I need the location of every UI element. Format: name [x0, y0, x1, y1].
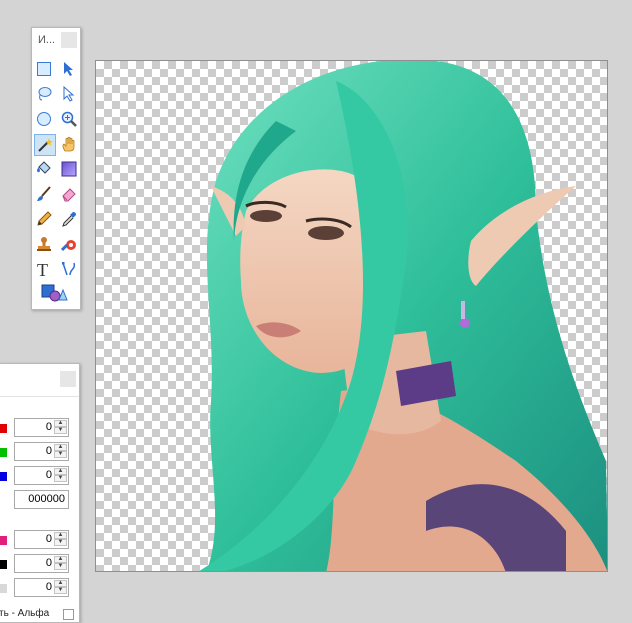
- brightness-value-input[interactable]: 0 ▲ ▼: [14, 578, 69, 597]
- red-up-arrow[interactable]: ▲: [54, 420, 67, 427]
- green-channel-swatch: [0, 448, 7, 457]
- saturation-channel-swatch: [0, 560, 7, 569]
- eraser-icon[interactable]: [59, 184, 79, 204]
- hue-up-arrow[interactable]: ▲: [54, 532, 67, 539]
- alpha-label: ть - Альфа: [0, 608, 50, 619]
- alpha-checkbox[interactable]: [63, 609, 74, 620]
- ellipse-select-icon[interactable]: [34, 109, 54, 129]
- colors-divider: [0, 396, 79, 397]
- hex-value-text: 000000: [28, 493, 65, 505]
- brightness-up-arrow[interactable]: ▲: [54, 580, 67, 587]
- brightness-value-text: 0: [45, 581, 52, 593]
- brightness-down-arrow[interactable]: ▼: [54, 587, 67, 594]
- value-channel-swatch: [0, 584, 7, 593]
- colors-window[interactable]: 0 ▲ ▼ 0 ▲ ▼ 0 ▲ ▼ 000000 0 ▲ ▼ 0 ▲ ▼ 0 ▲ ▼ ть …: [0, 363, 80, 623]
- elf-portrait-image: [199, 61, 607, 571]
- green-down-arrow[interactable]: ▼: [54, 451, 67, 458]
- tools-window[interactable]: И... T: [31, 27, 81, 310]
- saturation-value-input[interactable]: 0 ▲ ▼: [14, 554, 69, 573]
- hue-down-arrow[interactable]: ▼: [54, 539, 67, 546]
- recolor-icon[interactable]: [59, 234, 79, 254]
- red-down-arrow[interactable]: ▼: [54, 427, 67, 434]
- line-curve-icon[interactable]: [59, 259, 79, 279]
- color-picker-icon[interactable]: [59, 209, 79, 229]
- pencil-icon[interactable]: [34, 209, 54, 229]
- blue-value-text: 0: [45, 469, 52, 481]
- zoom-icon[interactable]: [59, 109, 79, 129]
- green-value-text: 0: [45, 445, 52, 457]
- tools-close-button[interactable]: [61, 32, 77, 48]
- lasso-select-icon[interactable]: [34, 84, 54, 104]
- move-selection-icon[interactable]: [59, 59, 79, 79]
- blue-down-arrow[interactable]: ▼: [54, 475, 67, 482]
- paint-bucket-icon[interactable]: [34, 159, 54, 179]
- saturation-value-text: 0: [45, 557, 52, 569]
- red-value-input[interactable]: 0 ▲ ▼: [14, 418, 69, 437]
- colors-close-button[interactable]: [60, 371, 76, 387]
- blue-up-arrow[interactable]: ▲: [54, 468, 67, 475]
- red-value-text: 0: [45, 421, 52, 433]
- magic-wand-icon[interactable]: [34, 134, 56, 156]
- saturation-down-arrow[interactable]: ▼: [54, 563, 67, 570]
- text-icon[interactable]: T: [34, 259, 54, 279]
- image-canvas[interactable]: [95, 60, 608, 572]
- gradient-icon[interactable]: [59, 159, 79, 179]
- pan-hand-icon[interactable]: [59, 134, 79, 154]
- svg-text:T: T: [37, 261, 48, 277]
- clone-stamp-icon[interactable]: [34, 234, 54, 254]
- blue-channel-swatch: [0, 472, 7, 481]
- hue-channel-swatch: [0, 536, 7, 545]
- green-value-input[interactable]: 0 ▲ ▼: [14, 442, 69, 461]
- green-up-arrow[interactable]: ▲: [54, 444, 67, 451]
- rectangle-select-icon[interactable]: [34, 59, 54, 79]
- hex-input[interactable]: 000000: [14, 490, 69, 509]
- hue-value-input[interactable]: 0 ▲ ▼: [14, 530, 69, 549]
- hue-value-text: 0: [45, 533, 52, 545]
- tools-window-title: И...: [38, 34, 56, 46]
- paintbrush-icon[interactable]: [34, 184, 54, 204]
- move-selected-icon[interactable]: [59, 84, 79, 104]
- shapes-icon[interactable]: [40, 283, 70, 303]
- saturation-up-arrow[interactable]: ▲: [54, 556, 67, 563]
- red-channel-swatch: [0, 424, 7, 433]
- blue-value-input[interactable]: 0 ▲ ▼: [14, 466, 69, 485]
